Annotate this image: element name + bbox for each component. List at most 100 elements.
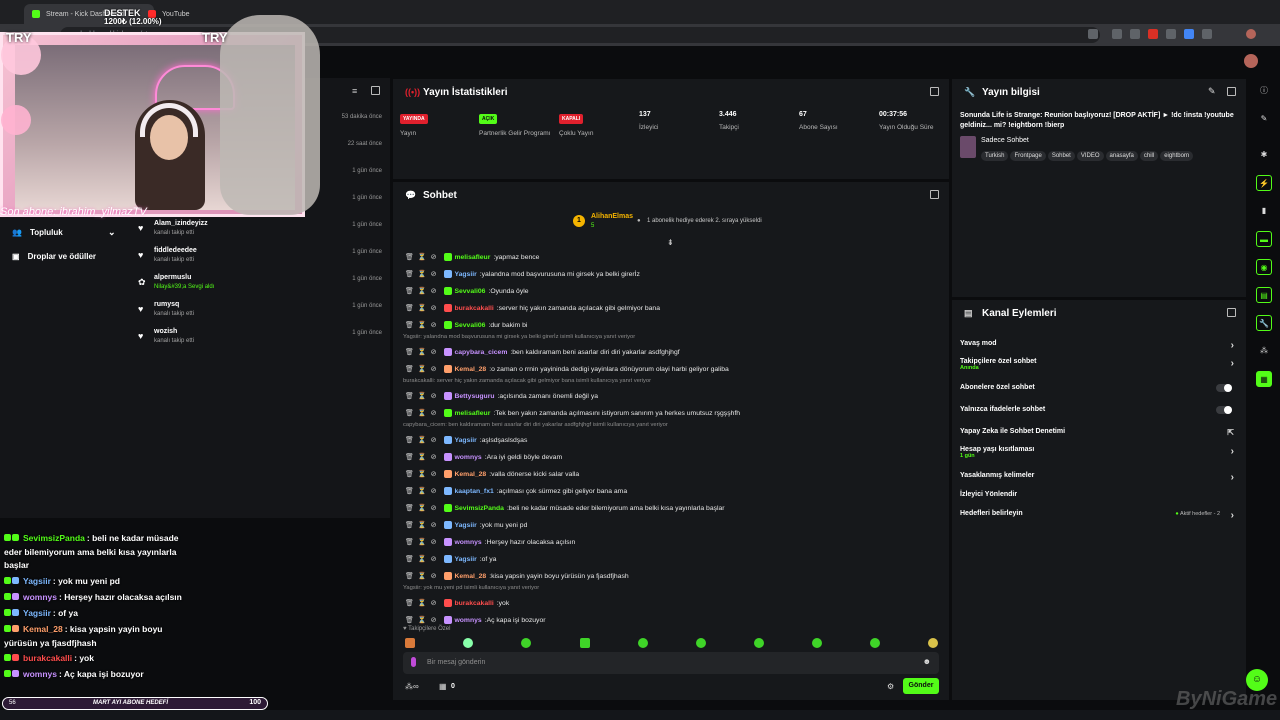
edit-icon[interactable]: ✎ (1208, 86, 1216, 97)
wrench-icon[interactable]: 🔧 (1256, 315, 1272, 331)
activity-user[interactable]: alpermuslu (154, 274, 191, 281)
mod-tools-icon[interactable]: 🗑⏳⊘ (405, 521, 440, 529)
puzzle-icon[interactable] (1202, 29, 1212, 39)
scroll-down-icon[interactable]: ⇟ (667, 238, 674, 247)
extension-icon[interactable] (1130, 29, 1140, 39)
chat-username[interactable]: burakcakalli (454, 600, 493, 607)
chat-username[interactable]: Sevvali06 (454, 288, 485, 295)
action-followers-only[interactable]: Takipçilere özel sohbet Anında › (960, 358, 1240, 371)
chat-icon[interactable]: ▬ (1256, 231, 1272, 247)
extension-icon[interactable] (1184, 29, 1194, 39)
activity-user[interactable]: fiddledeedee (154, 247, 197, 254)
emote-icon[interactable] (696, 638, 706, 648)
action-goals[interactable]: Hedefleri belirleyin ● Aktif hedefler - … (960, 510, 1240, 521)
subscribers-only-toggle[interactable] (1216, 384, 1232, 392)
sidebar-item-drops[interactable]: ▣ Droplar ve ödüller (12, 252, 96, 261)
mod-tools-icon[interactable]: 🗑⏳⊘ (405, 470, 440, 478)
chat-username[interactable]: womnys (454, 539, 481, 546)
chat-username[interactable]: Kemal_28 (454, 573, 486, 580)
tag-chip[interactable]: eightborn (1160, 151, 1194, 161)
chat-username[interactable]: Yagsiir (454, 271, 476, 278)
device-icon[interactable]: ▮ (1256, 203, 1272, 219)
mod-tools-icon[interactable]: 🗑⏳⊘ (405, 321, 440, 329)
mod-tools-icon[interactable]: 🗑⏳⊘ (405, 504, 440, 512)
chat-username[interactable]: capybara_cicem (454, 349, 507, 356)
emoji-icon[interactable]: ☻ (923, 657, 931, 666)
emote-icon[interactable] (928, 638, 938, 648)
activity-user[interactable]: wozish (154, 328, 177, 335)
send-button[interactable]: Gönder (903, 678, 939, 694)
tag-chip[interactable]: VIDEO (1076, 151, 1104, 161)
emote-icon[interactable] (754, 638, 764, 648)
mod-tools-icon[interactable]: 🗑⏳⊘ (405, 287, 440, 295)
support-chat-button[interactable]: ☺ (1246, 669, 1268, 691)
action-raid[interactable]: İzleyici Yönlendir (960, 491, 1240, 498)
tag-chip[interactable]: Sohbet (1047, 151, 1075, 161)
mod-tools-icon[interactable]: 🗑⏳⊘ (405, 270, 440, 278)
lightning-icon[interactable]: ⚡ (1256, 175, 1272, 191)
action-banned-words[interactable]: Yasaklanmış kelimeler › (960, 472, 1240, 483)
chat-username[interactable]: Sevvali06 (454, 322, 485, 329)
extension-icon[interactable] (1148, 29, 1158, 39)
pinned-user[interactable]: AlihanElmas (591, 213, 633, 220)
brush-icon[interactable]: ✎ (1256, 111, 1272, 127)
tag-chip[interactable]: chill (1139, 151, 1159, 161)
action-ai-moderation[interactable]: Yapay Zeka ile Sohbet Denetimi ⇱ (960, 428, 1240, 437)
chat-input[interactable]: Bir mesaj gönderin ☻ (403, 652, 939, 674)
bug-icon[interactable]: ✱ (1256, 147, 1272, 163)
chat-username[interactable]: womnys (454, 617, 481, 624)
chat-username[interactable]: Yagsiir (454, 556, 476, 563)
mod-tools-icon[interactable]: 🗑⏳⊘ (405, 572, 440, 580)
grid-icon[interactable]: ▦ (1256, 371, 1272, 387)
activity-user[interactable]: rumysq (154, 301, 179, 308)
expand-icon[interactable] (1227, 87, 1236, 96)
mod-tools-icon[interactable]: 🗑⏳⊘ (405, 392, 440, 400)
tag-chip[interactable]: Frontpage (1010, 151, 1046, 161)
mod-tools-icon[interactable]: 🗑⏳⊘ (405, 436, 440, 444)
emote-icon[interactable] (521, 638, 531, 648)
chat-username[interactable]: Kemal_28 (454, 471, 486, 478)
action-slow-mode[interactable]: Yavaş mod › (960, 340, 1240, 351)
category-label[interactable]: Sadece Sohbet (981, 137, 1029, 144)
chat-username[interactable]: kaaptan_fx1 (454, 488, 493, 495)
chat-username[interactable]: melisafleur (454, 410, 490, 417)
chat-username[interactable]: burakcakalli (454, 305, 493, 312)
mod-tools-icon[interactable]: 🗑⏳⊘ (405, 365, 440, 373)
expand-icon[interactable] (930, 87, 939, 96)
mod-tools-icon[interactable]: 🗑⏳⊘ (405, 599, 440, 607)
extension-icon[interactable] (1112, 29, 1122, 39)
activity-user[interactable]: Alam_izindeyizz (154, 220, 208, 227)
mod-tools-icon[interactable]: 🗑⏳⊘ (405, 538, 440, 546)
extension-icon[interactable] (1166, 29, 1176, 39)
chat-username[interactable]: Kemal_28 (454, 366, 486, 373)
layout-icon[interactable]: ▤ (1256, 287, 1272, 303)
chat-username[interactable]: Yagsiir (454, 522, 476, 529)
filter-icon[interactable]: ≡ (352, 86, 357, 96)
chat-username[interactable]: womnys (454, 454, 481, 461)
settings-icon[interactable]: ⚙ (887, 682, 894, 691)
mod-tools-icon[interactable]: 🗑⏳⊘ (405, 453, 440, 461)
chat-username[interactable]: Bettysuguru (454, 393, 494, 400)
chat-username[interactable]: melisafleur (454, 254, 490, 261)
info-icon[interactable]: ⓘ (1256, 83, 1272, 99)
bookmark-icon[interactable] (1088, 29, 1098, 39)
mod-tools-icon[interactable]: 🗑⏳⊘ (405, 253, 440, 261)
expand-icon[interactable] (930, 190, 939, 199)
tag-chip[interactable]: Turkish (981, 151, 1009, 161)
action-account-age[interactable]: Hesap yaşı kısıtlaması 1 gün › (960, 446, 1240, 459)
emote-icon[interactable] (870, 638, 880, 648)
broadcast-icon[interactable]: ◉ (1256, 259, 1272, 275)
chat-username[interactable]: SevimsizPanda (454, 505, 504, 512)
mod-tools-icon[interactable]: 🗑⏳⊘ (405, 304, 440, 312)
chat-username[interactable]: Yagsiir (454, 437, 476, 444)
sidebar-item-topluluk[interactable]: 👥 Topluluk ⌄ (12, 227, 122, 237)
profile-icon[interactable] (1246, 29, 1256, 39)
mod-tools-icon[interactable]: 🗑⏳⊘ (405, 487, 440, 495)
mod-tools-icon[interactable]: 🗑⏳⊘ (405, 555, 440, 563)
emote-icon[interactable] (463, 638, 473, 648)
emote-icon[interactable] (812, 638, 822, 648)
emote-icon[interactable] (405, 638, 415, 648)
points-icon[interactable]: ⁂∞ (405, 682, 419, 691)
mod-tools-icon[interactable]: 🗑⏳⊘ (405, 616, 440, 624)
expand-icon[interactable] (1227, 308, 1236, 317)
